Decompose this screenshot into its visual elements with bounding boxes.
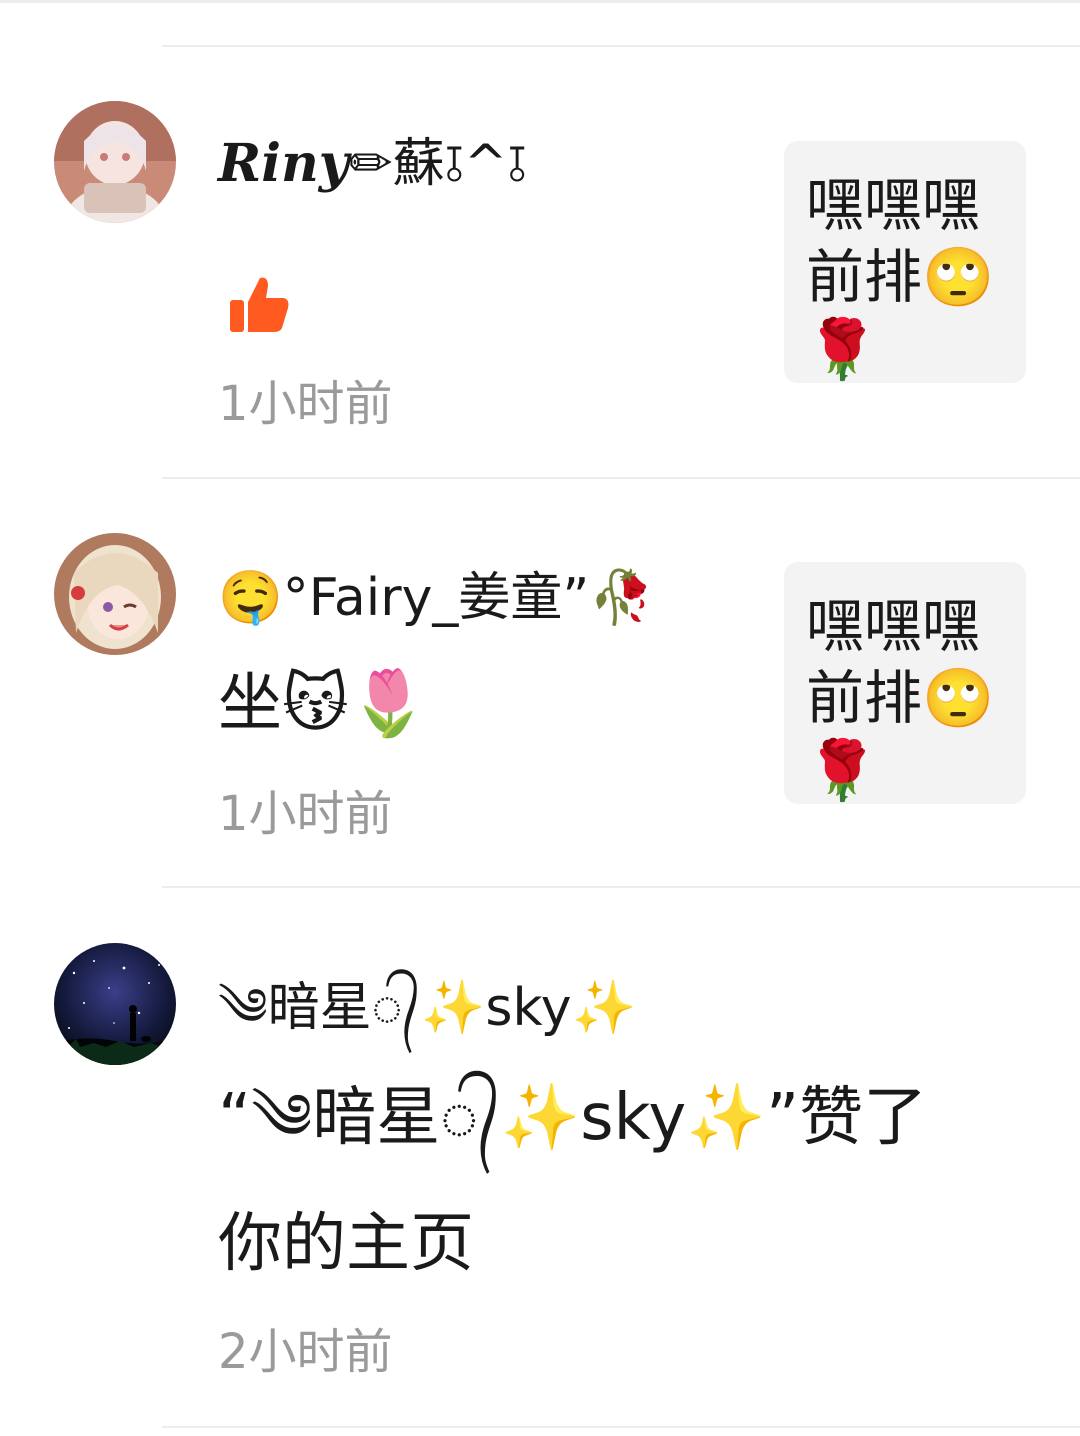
username[interactable]: Riny✏蘇⫱^⫱ <box>218 132 527 196</box>
username-script: Riny <box>218 133 349 194</box>
quoted-comment-text: 嘿嘿嘿前排🙄🌹 <box>806 171 995 383</box>
quoted-comment-text: 嘿嘿嘿前排🙄🌹 <box>806 592 995 804</box>
timestamp: 1小时前 <box>218 786 393 842</box>
timestamp: 1小时前 <box>218 376 393 432</box>
list-divider <box>162 886 1080 888</box>
list-divider <box>162 1426 1080 1428</box>
list-divider <box>162 477 1080 479</box>
username-suffix: ✏蘇⫱^⫱ <box>349 134 527 194</box>
username[interactable]: 🤤°Fairy_姜童”🥀 <box>218 566 654 630</box>
notification-text-line-2: 你的主页 <box>218 1207 474 1281</box>
top-divider <box>0 0 1080 3</box>
quoted-comment-thumbnail[interactable]: 嘿嘿嘿前排🙄🌹 <box>784 141 1026 383</box>
username[interactable]: ༄暗星᭄✨sky✨ <box>218 976 636 1040</box>
anime-girl-winking-avatar-icon[interactable] <box>54 533 176 655</box>
starry-sky-avatar-icon[interactable] <box>54 943 176 1065</box>
comment-text: 坐😽🌷 <box>218 667 429 741</box>
anime-girl-avatar-icon[interactable] <box>54 101 176 223</box>
quoted-comment-thumbnail[interactable]: 嘿嘿嘿前排🙄🌹 <box>784 562 1026 804</box>
timestamp: 2小时前 <box>218 1324 393 1380</box>
thumbs-up-icon <box>226 272 292 338</box>
list-divider <box>162 45 1080 47</box>
notification-text-line-1: “༄暗星᭄✨sky✨”赞了 <box>218 1081 928 1155</box>
